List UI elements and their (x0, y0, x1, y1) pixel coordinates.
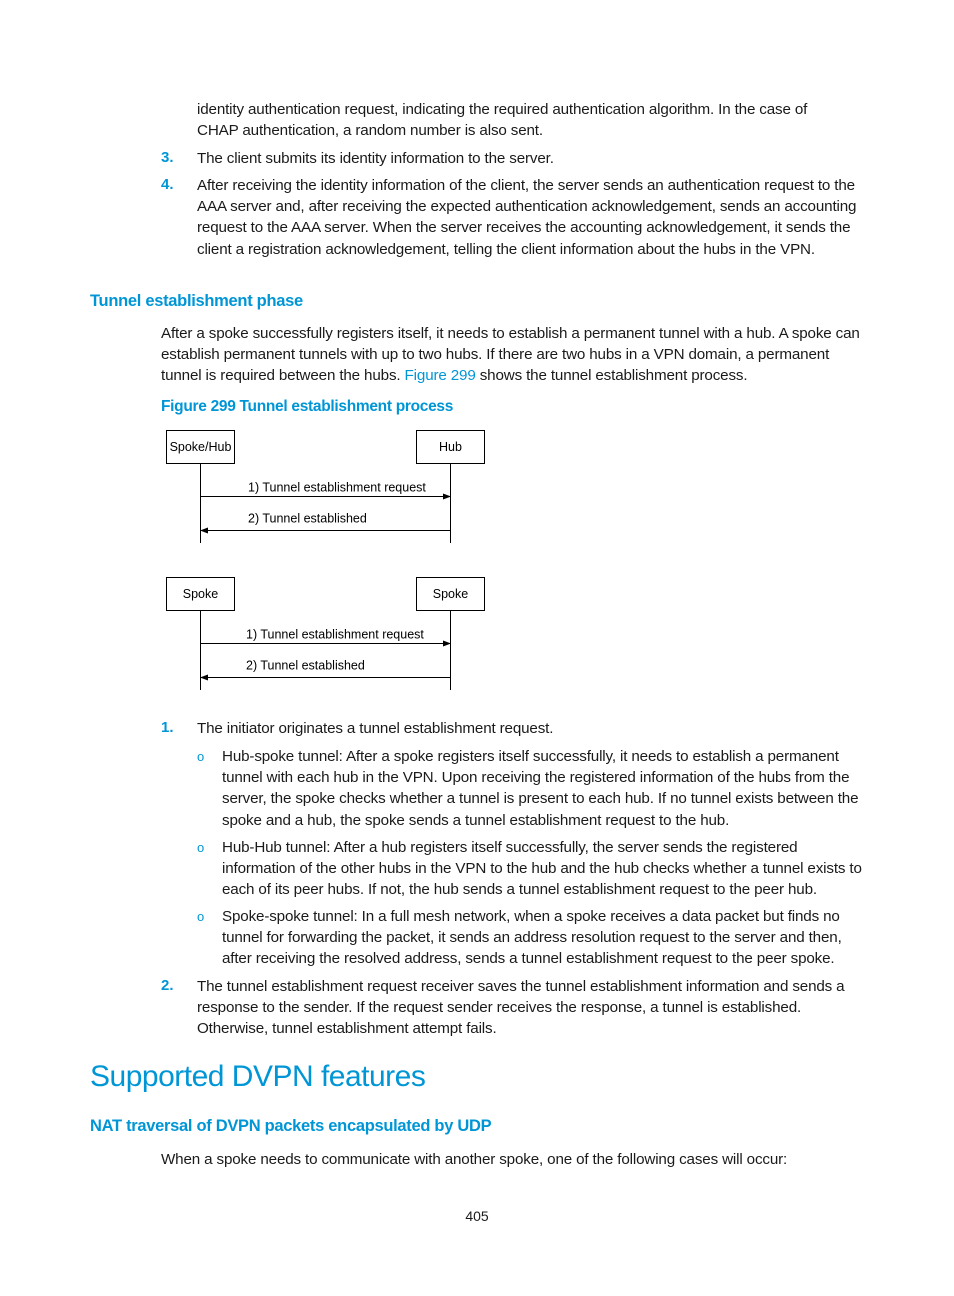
node-label-left: Spoke/Hub (170, 440, 232, 454)
bullet-icon: o (197, 909, 205, 924)
bullet-text: Hub-spoke tunnel: After a spoke register… (222, 748, 859, 829)
node-label-right: Hub (439, 440, 462, 454)
step-text: The initiator originates a tunnel establ… (197, 720, 554, 737)
message-label-request: 1) Tunnel establishment request (246, 628, 424, 642)
message-label-request: 1) Tunnel establishment request (248, 481, 426, 495)
bullet-icon: o (197, 749, 205, 764)
step-text: The tunnel establishment request receive… (197, 978, 845, 1038)
tunnel-establishment-diagram: Spoke/Hub Hub 1) Tunnel establishment re… (166, 430, 485, 690)
bullet-icon: o (197, 840, 205, 855)
page-number: 405 (465, 1208, 489, 1224)
section-paragraph: When a spoke needs to communicate with a… (161, 1151, 788, 1168)
bullet-text: Hub-Hub tunnel: After a hub registers it… (222, 839, 862, 899)
diagram-1: Spoke/Hub Hub 1) Tunnel establishment re… (166, 430, 485, 543)
section-heading: NAT traversal of DVPN packets encapsulat… (90, 1117, 492, 1135)
bullet-text: Spoke-spoke tunnel: In a full mesh netwo… (222, 908, 842, 968)
chapter-heading: Supported DVPN features (90, 1060, 426, 1093)
diagram-2: Spoke Spoke 1) Tunnel establishment requ… (166, 577, 485, 690)
node-label-left: Spoke (183, 587, 218, 601)
message-label-established: 2) Tunnel established (246, 659, 365, 673)
node-label-right: Spoke (433, 587, 468, 601)
message-label-established: 2) Tunnel established (248, 512, 367, 526)
step-number: 2. (161, 977, 174, 994)
step-number: 1. (161, 719, 174, 736)
